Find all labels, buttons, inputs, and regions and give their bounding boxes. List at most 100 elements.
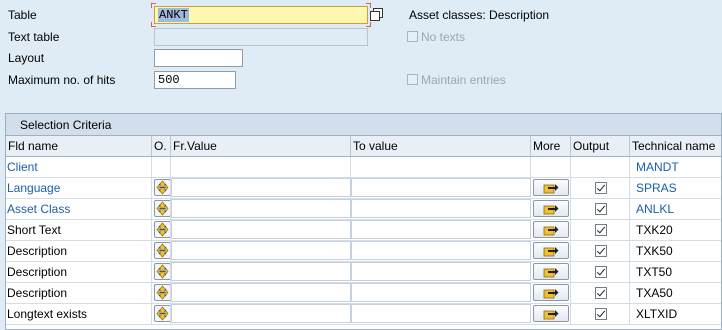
column-header-from-value[interactable]: Fr.Value	[171, 136, 351, 156]
selection-option-icon	[156, 222, 169, 237]
from-value-input[interactable]	[171, 262, 351, 281]
multiple-selection-button[interactable]	[533, 200, 569, 217]
column-header-field-name[interactable]: Fld name	[6, 136, 152, 156]
multiple-selection-icon	[543, 310, 559, 320]
output-checkbox[interactable]	[595, 224, 607, 236]
from-value-input[interactable]	[171, 241, 351, 260]
selection-option-button[interactable]	[154, 221, 170, 238]
multiple-selection-icon	[543, 268, 559, 278]
to-value-input[interactable]	[351, 283, 531, 302]
field-name[interactable]: Language	[6, 178, 152, 198]
output-cell	[571, 220, 630, 240]
selection-option-button[interactable]	[154, 284, 170, 301]
multiple-selection-button[interactable]	[533, 284, 569, 301]
table-description: Asset classes: Description	[409, 8, 550, 22]
max-hits-input[interactable]: 500	[154, 71, 236, 89]
more-cell	[531, 304, 571, 324]
column-header-output[interactable]: Output	[571, 136, 630, 156]
output-checkbox[interactable]	[595, 308, 607, 320]
table-row: Short Text TXK20	[6, 220, 721, 241]
output-checkbox[interactable]	[595, 266, 607, 278]
option-cell	[152, 178, 171, 198]
field-name[interactable]: Asset Class	[6, 199, 152, 219]
table-row: Description TXT50	[6, 262, 721, 283]
multiple-selection-icon	[543, 205, 559, 215]
multiple-selection-button[interactable]	[533, 263, 569, 280]
output-checkbox[interactable]	[595, 182, 607, 194]
selection-option-button[interactable]	[154, 200, 170, 217]
output-checkbox[interactable]	[595, 287, 607, 299]
value-help-icon[interactable]	[370, 8, 384, 22]
option-cell	[152, 262, 171, 282]
no-texts-checkbox[interactable]	[407, 31, 418, 42]
table-label: Table	[8, 8, 37, 22]
layout-label: Layout	[8, 51, 45, 65]
field-name[interactable]: Client	[6, 157, 152, 177]
output-checkbox[interactable]	[595, 203, 607, 215]
column-header-option[interactable]: O.	[152, 136, 171, 156]
focus-corner-icon	[151, 3, 156, 8]
to-value-input[interactable]	[351, 262, 531, 281]
multiple-selection-button[interactable]	[533, 305, 569, 322]
output-checkbox[interactable]	[595, 245, 607, 257]
max-hits-label: Maximum no. of hits	[8, 73, 116, 87]
output-cell	[571, 304, 630, 324]
to-value-cell	[351, 157, 531, 177]
technical-name: TXA50	[636, 286, 673, 300]
to-value-input[interactable]	[351, 220, 531, 239]
selection-option-button[interactable]	[154, 179, 170, 196]
multiple-selection-button[interactable]	[533, 221, 569, 238]
from-value-input[interactable]	[171, 220, 351, 239]
from-value-input[interactable]	[171, 304, 351, 323]
from-value-input[interactable]	[171, 283, 351, 302]
field-name: Description	[6, 283, 152, 303]
option-cell	[152, 220, 171, 240]
multiple-selection-button[interactable]	[533, 242, 569, 259]
table-row: Client MANDT	[6, 157, 721, 178]
column-header-more[interactable]: More	[531, 136, 571, 156]
multiple-selection-icon	[543, 226, 559, 236]
from-value-input[interactable]	[171, 199, 351, 218]
output-cell	[571, 199, 630, 219]
selection-option-icon	[156, 243, 169, 258]
to-value-input[interactable]	[351, 241, 531, 260]
option-cell	[152, 199, 171, 219]
output-cell	[571, 283, 630, 303]
option-cell	[152, 304, 171, 324]
text-table-label: Text table	[8, 30, 60, 44]
field-name: Longtext exists	[6, 304, 152, 324]
multiple-selection-icon	[543, 289, 559, 299]
selection-option-button[interactable]	[154, 263, 170, 280]
text-table-field	[154, 28, 368, 46]
technical-name: TXK20	[636, 223, 673, 237]
no-texts-label: No texts	[421, 30, 466, 44]
to-value-input[interactable]	[351, 199, 531, 218]
maintain-entries-checkbox[interactable]	[407, 74, 418, 85]
from-value-cell	[171, 157, 351, 177]
table-input[interactable]: ANKT	[154, 6, 368, 24]
more-cell	[531, 262, 571, 282]
field-name: Description	[6, 262, 152, 282]
from-value-input[interactable]	[171, 178, 351, 197]
technical-name: MANDT	[636, 160, 679, 174]
to-value-input[interactable]	[351, 178, 531, 197]
layout-input[interactable]	[154, 49, 243, 67]
field-name: Short Text	[6, 220, 152, 240]
selection-option-icon	[156, 285, 169, 300]
table-caption-title: Selection Criteria	[20, 118, 112, 132]
table-row: Asset Class ANLKL	[6, 199, 721, 220]
output-cell	[571, 262, 630, 282]
focus-corner-icon	[151, 22, 156, 27]
selection-option-button[interactable]	[154, 242, 170, 259]
selection-option-icon	[156, 264, 169, 279]
selection-option-icon	[156, 306, 169, 321]
column-header-technical-name[interactable]: Technical name	[630, 136, 721, 156]
selection-option-icon	[156, 180, 169, 195]
to-value-input[interactable]	[351, 304, 531, 323]
column-header-to-value[interactable]: To value	[351, 136, 531, 156]
option-cell	[152, 283, 171, 303]
option-cell	[152, 241, 171, 261]
output-cell	[571, 178, 630, 198]
multiple-selection-button[interactable]	[533, 179, 569, 196]
selection-option-button[interactable]	[154, 305, 170, 322]
